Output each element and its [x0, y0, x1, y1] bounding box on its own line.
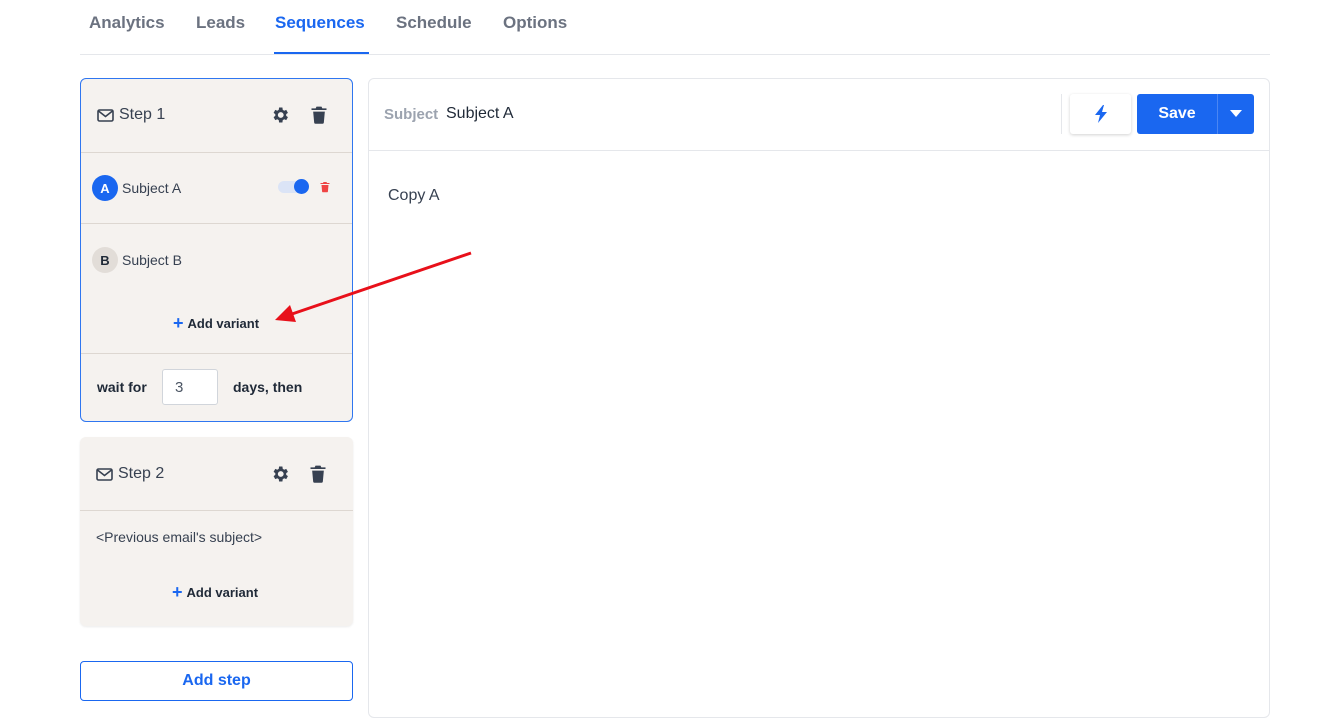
email-body[interactable]: Copy A [388, 187, 440, 205]
gear-icon[interactable] [270, 105, 290, 125]
variables-button[interactable] [1070, 94, 1131, 134]
step-title: Step 2 [118, 465, 165, 482]
wait-days-input[interactable] [162, 369, 218, 405]
active-tab-indicator [274, 52, 369, 54]
caret-down-icon [1230, 110, 1242, 117]
step-title: Step 1 [119, 106, 166, 123]
trash-icon[interactable] [319, 180, 331, 194]
variant-subject: Subject A [122, 180, 182, 196]
variant-toggle[interactable] [278, 179, 309, 194]
step-card-2[interactable]: Step 2 <Previous email's subject> + Add … [80, 437, 353, 626]
subject-label: Subject [384, 106, 439, 123]
add-variant-label: Add variant [186, 584, 259, 600]
step-card-1[interactable]: Step 1 A Subject A B Subject B + Add var… [80, 78, 353, 422]
add-variant-label: Add variant [187, 315, 260, 331]
save-button[interactable]: Save [1137, 94, 1217, 134]
step-header: Step 1 [81, 79, 352, 153]
tab-sequences[interactable]: Sequences [275, 13, 365, 33]
divider [81, 353, 352, 354]
step-header: Step 2 [80, 437, 353, 511]
wait-prefix: wait for [97, 379, 147, 395]
divider [80, 510, 353, 511]
subject-input[interactable]: Subject A [446, 105, 514, 123]
lightning-icon [1094, 105, 1107, 123]
email-editor: Subject Subject A Save Copy A [368, 78, 1270, 718]
divider [1061, 94, 1062, 134]
tab-bar: Analytics Leads Sequences Schedule Optio… [80, 0, 1270, 55]
save-options-button[interactable] [1217, 94, 1254, 134]
divider [81, 223, 352, 224]
envelope-icon [97, 109, 114, 122]
tab-options[interactable]: Options [503, 13, 567, 33]
add-variant-button[interactable]: + Add variant [173, 314, 259, 332]
variant-badge: A [92, 175, 118, 201]
tab-analytics[interactable]: Analytics [89, 13, 165, 33]
tab-schedule[interactable]: Schedule [396, 13, 472, 33]
plus-icon: + [172, 582, 183, 602]
wait-suffix: days, then [233, 379, 303, 395]
toggle-knob [294, 179, 309, 194]
plus-icon: + [173, 313, 184, 333]
add-step-button[interactable]: Add step [80, 661, 353, 701]
trash-icon[interactable] [309, 105, 329, 125]
variant-subject: Subject B [122, 252, 182, 268]
divider [81, 152, 352, 153]
tab-leads[interactable]: Leads [196, 13, 245, 33]
trash-icon[interactable] [308, 464, 328, 484]
add-variant-button[interactable]: + Add variant [172, 583, 258, 601]
variant-badge: B [92, 247, 118, 273]
variant-subject[interactable]: <Previous email's subject> [96, 529, 262, 545]
editor-header: Subject Subject A Save [369, 79, 1269, 151]
gear-icon[interactable] [270, 464, 290, 484]
envelope-icon [96, 468, 113, 481]
